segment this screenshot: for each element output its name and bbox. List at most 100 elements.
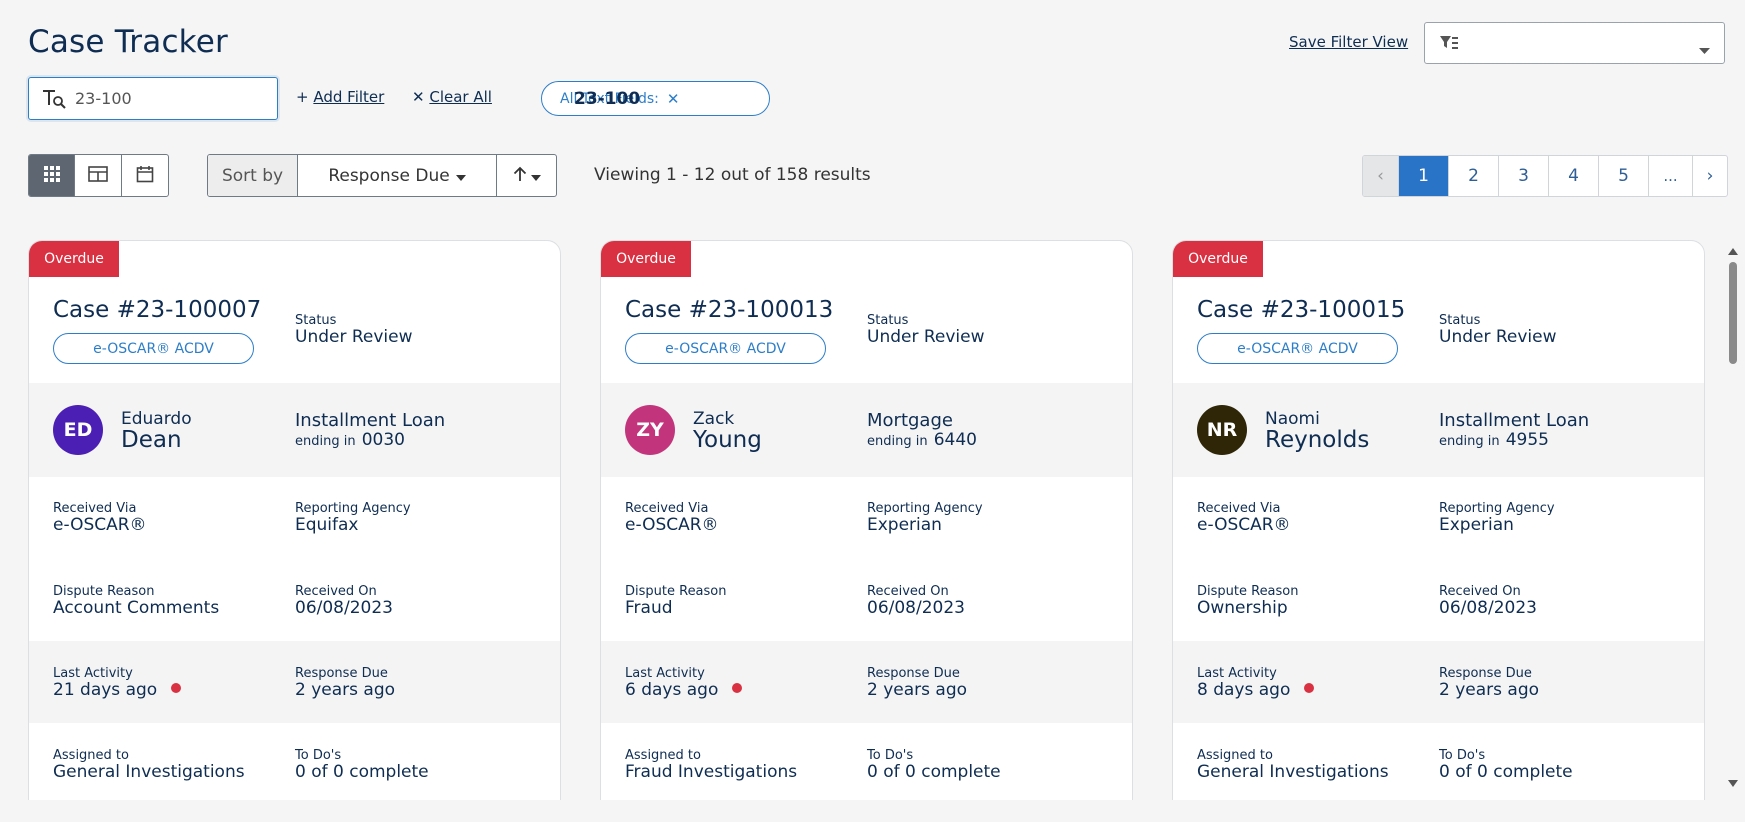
received-on-value: 06/08/2023 xyxy=(867,598,965,618)
account-ending-number: 0030 xyxy=(361,430,405,450)
case-type-pill: e-OSCAR® ACDV xyxy=(1197,333,1398,364)
scroll-up-icon[interactable] xyxy=(1728,240,1738,259)
page-2-button[interactable]: 2 xyxy=(1449,156,1499,196)
search-input[interactable] xyxy=(75,86,265,110)
received-via-label: Received Via xyxy=(53,501,137,516)
account-ending: ending in 0030 xyxy=(295,430,405,450)
sort-field-value: Response Due xyxy=(328,165,450,186)
case-type-pill: e-OSCAR® ACDV xyxy=(53,333,254,364)
remove-chip-icon[interactable]: ✕ xyxy=(667,90,680,108)
received-on-label: Received On xyxy=(867,584,949,599)
page-title: Case Tracker xyxy=(28,24,228,60)
account-ending: ending in 6440 xyxy=(867,430,977,450)
add-filter-label: Add Filter xyxy=(313,88,385,106)
todos-value: 0 of 0 complete xyxy=(867,762,1001,782)
page-4-button[interactable]: 4 xyxy=(1549,156,1599,196)
last-activity-text: 6 days ago xyxy=(625,680,719,700)
received-via-value: e-OSCAR® xyxy=(53,515,147,535)
case-card[interactable]: Overdue Case #23-100013 e-OSCAR® ACDV St… xyxy=(600,240,1133,800)
dispute-reason-label: Dispute Reason xyxy=(625,584,727,599)
scrollbar-thumb[interactable] xyxy=(1729,262,1737,364)
dispute-reason-value: Ownership xyxy=(1197,598,1288,618)
case-card[interactable]: Overdue Case #23-100007 e-OSCAR® ACDV St… xyxy=(28,240,561,800)
account-type: Installment Loan xyxy=(1439,410,1590,431)
caret-down-icon xyxy=(455,166,466,186)
scroll-down-icon[interactable] xyxy=(1728,773,1738,792)
response-due-value: 2 years ago xyxy=(1439,680,1540,700)
avatar: NR xyxy=(1197,405,1247,455)
arrow-up-icon xyxy=(513,166,527,186)
dispute-reason-value: Account Comments xyxy=(53,598,220,618)
case-number[interactable]: Case #23-100007 xyxy=(53,297,261,323)
view-toggle xyxy=(28,154,169,197)
overdue-badge: Overdue xyxy=(29,241,119,277)
reporting-agency-value: Equifax xyxy=(295,515,359,535)
table-icon xyxy=(88,165,108,186)
ending-in-label: ending in xyxy=(1439,434,1500,449)
alert-dot-icon xyxy=(171,683,182,693)
case-card[interactable]: Overdue Case #23-100015 e-OSCAR® ACDV St… xyxy=(1172,240,1705,800)
customer-first-name: Eduardo xyxy=(121,409,192,429)
last-activity-label: Last Activity xyxy=(53,666,133,681)
sort-direction-dropdown[interactable] xyxy=(497,155,556,196)
assigned-to-value: General Investigations xyxy=(1197,762,1389,782)
close-icon: ✕ xyxy=(412,88,425,106)
page-3-button[interactable]: 3 xyxy=(1499,156,1549,196)
results-count: Viewing 1 - 12 out of 158 results xyxy=(594,165,871,185)
sort-control: Sort by Response Due xyxy=(207,154,557,197)
dispute-reason-label: Dispute Reason xyxy=(53,584,155,599)
account-type: Installment Loan xyxy=(295,410,446,431)
last-activity-value: 21 days ago xyxy=(53,680,182,700)
last-activity-label: Last Activity xyxy=(625,666,705,681)
chevron-down-icon xyxy=(1699,40,1710,59)
ending-in-label: ending in xyxy=(295,434,356,449)
last-activity-text: 8 days ago xyxy=(1197,680,1291,700)
add-filter-button[interactable]: + Add Filter xyxy=(296,88,384,106)
customer-last-name: Dean xyxy=(121,427,182,453)
reporting-agency-label: Reporting Agency xyxy=(295,501,411,516)
customer-last-name: Reynolds xyxy=(1265,427,1370,453)
received-on-value: 06/08/2023 xyxy=(1439,598,1537,618)
table-view-button[interactable] xyxy=(75,155,122,196)
more-pages-button[interactable]: ... xyxy=(1649,156,1693,196)
grid-view-button[interactable] xyxy=(29,155,76,196)
plus-icon: + xyxy=(296,88,309,106)
customer-first-name: Zack xyxy=(693,409,735,429)
page-1-button[interactable]: 1 xyxy=(1399,156,1449,196)
last-activity-label: Last Activity xyxy=(1197,666,1277,681)
received-via-value: e-OSCAR® xyxy=(625,515,719,535)
avatar: ZY xyxy=(625,405,675,455)
clear-all-button[interactable]: ✕ Clear All xyxy=(412,88,492,106)
previous-page-button[interactable]: ‹ xyxy=(1363,156,1399,196)
account-ending-number: 6440 xyxy=(933,430,977,450)
page-5-button[interactable]: 5 xyxy=(1599,156,1649,196)
todos-value: 0 of 0 complete xyxy=(1439,762,1573,782)
last-activity-value: 6 days ago xyxy=(625,680,743,700)
caret-down-icon xyxy=(530,166,541,185)
saved-filter-dropdown[interactable] xyxy=(1424,22,1725,64)
overdue-badge: Overdue xyxy=(1173,241,1263,277)
status-label: Status xyxy=(295,313,337,328)
calendar-view-button[interactable] xyxy=(122,155,168,196)
pagination: ‹ 1 2 3 4 5 ... › xyxy=(1362,155,1728,197)
text-search-icon xyxy=(42,89,66,113)
received-via-value: e-OSCAR® xyxy=(1197,515,1291,535)
alert-dot-icon xyxy=(1304,683,1315,693)
dispute-reason-value: Fraud xyxy=(625,598,673,618)
save-filter-view-link[interactable]: Save Filter View xyxy=(1289,33,1408,51)
last-activity-value: 8 days ago xyxy=(1197,680,1315,700)
filter-list-icon xyxy=(1439,34,1459,56)
assigned-to-label: Assigned to xyxy=(1197,748,1273,763)
status-label: Status xyxy=(867,313,909,328)
response-due-label: Response Due xyxy=(295,666,388,681)
case-number[interactable]: Case #23-100013 xyxy=(625,297,833,323)
last-activity-text: 21 days ago xyxy=(53,680,158,700)
next-page-button[interactable]: › xyxy=(1693,156,1727,196)
case-number[interactable]: Case #23-100015 xyxy=(1197,297,1405,323)
assigned-to-label: Assigned to xyxy=(53,748,129,763)
received-on-label: Received On xyxy=(295,584,377,599)
scrollbar[interactable] xyxy=(1726,240,1740,792)
sort-field-dropdown[interactable]: Response Due xyxy=(298,155,497,196)
status-value: Under Review xyxy=(867,327,985,347)
reporting-agency-label: Reporting Agency xyxy=(1439,501,1555,516)
